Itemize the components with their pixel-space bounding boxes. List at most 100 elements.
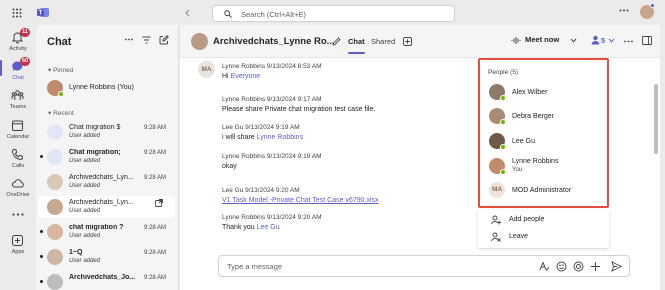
person-name: Lynne Robbins bbox=[512, 158, 559, 165]
pop-out-icon[interactable] bbox=[155, 199, 163, 207]
presence-icon bbox=[500, 95, 506, 101]
tab-chat[interactable]: Chat bbox=[348, 37, 365, 54]
rail-item-apps[interactable]: Apps bbox=[0, 230, 36, 260]
group-avatar bbox=[47, 124, 63, 140]
unread-dot bbox=[40, 280, 43, 283]
chat-name: Archivedchats_Lyn... bbox=[69, 174, 134, 181]
unread-dot bbox=[40, 155, 43, 158]
more-options-icon[interactable] bbox=[624, 40, 633, 43]
message-meta: Lee Gu 9/13/2024 9:20 AM bbox=[222, 187, 300, 194]
message-text: V1 Task Model -Private Chat Test Case v6… bbox=[222, 197, 379, 204]
notification-dot bbox=[650, 3, 655, 8]
phone-icon bbox=[11, 148, 24, 161]
filter-icon[interactable] bbox=[142, 36, 151, 44]
group-avatar bbox=[47, 174, 63, 190]
rail-item-teams[interactable]: Teams bbox=[0, 85, 36, 115]
message: Lynne Robbins 9/13/2024 8:53 AM Hi Every… bbox=[222, 63, 322, 80]
chat-title[interactable]: Archivedchats_Lynne Ro... bbox=[213, 36, 335, 47]
tab-shared[interactable]: Shared bbox=[371, 37, 395, 46]
presence-icon bbox=[500, 119, 506, 125]
avatar bbox=[489, 108, 506, 125]
compose-box[interactable]: Type a message bbox=[218, 255, 630, 277]
emoji-icon[interactable] bbox=[556, 261, 567, 272]
rail-label-teams: Teams bbox=[9, 104, 27, 110]
person-item[interactable]: Lynne Robbins You bbox=[480, 156, 607, 178]
chat-preview: User added bbox=[69, 208, 101, 214]
meet-now-button[interactable]: Meet now bbox=[525, 35, 559, 44]
person-subtitle: You bbox=[512, 167, 523, 173]
pinned-section-header[interactable]: ▾ Pinned bbox=[48, 66, 73, 74]
rail-item-calls[interactable]: Calls bbox=[0, 144, 36, 174]
person-name: Lee Gu bbox=[512, 138, 535, 145]
search-input[interactable]: Search (Ctrl+Alt+E) bbox=[212, 5, 455, 22]
new-chat-icon[interactable] bbox=[159, 35, 169, 45]
add-people-button[interactable]: Add people bbox=[478, 212, 609, 228]
edit-icon[interactable] bbox=[332, 37, 341, 46]
rail-item-chat[interactable]: 60 Chat bbox=[0, 56, 36, 86]
message-meta: Lee Gu 9/13/2024 9:19 AM bbox=[222, 124, 300, 131]
teams-icon bbox=[11, 89, 24, 102]
mention[interactable]: Everyone bbox=[231, 73, 261, 80]
message-meta: Lynne Robbins 9/13/2024 9:19 AM bbox=[222, 153, 322, 160]
chat-item[interactable]: chat migration ? User added 9:28 AM bbox=[38, 221, 175, 243]
chat-time: 9:28 AM bbox=[143, 175, 166, 181]
chat-item[interactable]: Archivedchats_Lyn... User added 9:28 AM bbox=[38, 171, 175, 193]
mention[interactable]: Lynne Robbins bbox=[257, 134, 303, 141]
side-panel-icon[interactable] bbox=[642, 36, 652, 45]
more-options-icon[interactable] bbox=[125, 38, 133, 41]
chat-item-pinned[interactable]: Lynne Robbins (You) bbox=[38, 77, 175, 99]
rail-item-onedrive[interactable]: OneDrive bbox=[0, 173, 36, 203]
people-icon[interactable] bbox=[591, 35, 600, 45]
chat-item[interactable]: Archivedchats_Jo... 9:28 AM bbox=[38, 271, 175, 290]
add-tab-icon[interactable] bbox=[403, 37, 412, 46]
app-rail: 11 Activity 60 Chat Teams Calendar Calls… bbox=[0, 25, 36, 290]
rail-item-calendar[interactable]: Calendar bbox=[0, 115, 36, 145]
chat-item[interactable]: Chat migration $ User added 9:28 AM bbox=[38, 121, 175, 143]
format-icon[interactable] bbox=[539, 261, 550, 272]
activity-badge: 11 bbox=[20, 28, 30, 37]
chat-name: Archivedchats_Jo... bbox=[69, 274, 136, 281]
presence-icon bbox=[500, 169, 506, 175]
rail-label-onedrive: OneDrive bbox=[6, 192, 30, 198]
avatar bbox=[489, 84, 506, 101]
person-item[interactable]: Alex Wilber bbox=[480, 82, 607, 104]
chat-name: Lynne Robbins (You) bbox=[69, 84, 134, 91]
people-count[interactable]: 5 bbox=[601, 36, 605, 45]
waveform-icon bbox=[511, 36, 522, 45]
more-options-icon[interactable] bbox=[619, 9, 629, 12]
loop-icon[interactable] bbox=[573, 261, 584, 272]
attach-plus-icon[interactable] bbox=[590, 261, 601, 272]
file-link[interactable]: V1 Task Model -Private Chat Test Case v6… bbox=[222, 197, 379, 204]
person-name: MOD Administrator bbox=[512, 187, 572, 194]
message-text: Please share Private chat migration test… bbox=[222, 106, 376, 113]
user-avatar[interactable] bbox=[640, 3, 655, 19]
chevron-down-icon[interactable] bbox=[608, 38, 615, 43]
message-text: Thank you Lee Gu bbox=[222, 224, 280, 231]
group-avatar bbox=[47, 249, 63, 265]
leave-button[interactable]: Leave bbox=[478, 229, 609, 245]
chat-item[interactable]: 1~Q User added 9:28 AM bbox=[38, 246, 175, 268]
scrollbar[interactable] bbox=[654, 84, 658, 154]
chevron-down-icon[interactable] bbox=[570, 38, 577, 43]
chat-preview: User added bbox=[69, 133, 101, 139]
message: Lee Gu 9/13/2024 9:19 AM i will share Ly… bbox=[222, 124, 303, 141]
person-item[interactable]: MA MOD Administrator bbox=[480, 180, 607, 202]
avatar bbox=[47, 80, 64, 97]
person-item[interactable]: Lee Gu bbox=[480, 131, 607, 153]
chat-item-selected[interactable]: Archivedchats_Lyn... User added bbox=[38, 196, 175, 218]
mention[interactable]: Lee Gu bbox=[257, 224, 280, 231]
person-item[interactable]: Debra Berger bbox=[480, 106, 607, 128]
chat-time: 9:28 AM bbox=[143, 125, 166, 131]
avatar bbox=[489, 158, 506, 175]
send-icon[interactable] bbox=[611, 261, 622, 272]
message: Lynne Robbins 9/13/2024 9:17 AM Please s… bbox=[222, 96, 375, 113]
group-avatar bbox=[47, 224, 63, 240]
message-text: Hi Everyone bbox=[222, 73, 261, 80]
recent-section-header[interactable]: ▾ Recent bbox=[48, 109, 74, 117]
chat-item[interactable]: Chat migration; User added 9:28 AM bbox=[38, 146, 175, 168]
more-apps-icon[interactable] bbox=[12, 213, 24, 216]
back-arrow-icon[interactable] bbox=[184, 9, 192, 17]
rail-item-activity[interactable]: 11 Activity bbox=[0, 27, 36, 57]
chat-name: 1~Q bbox=[69, 249, 83, 256]
app-launcher-icon[interactable] bbox=[12, 8, 22, 18]
